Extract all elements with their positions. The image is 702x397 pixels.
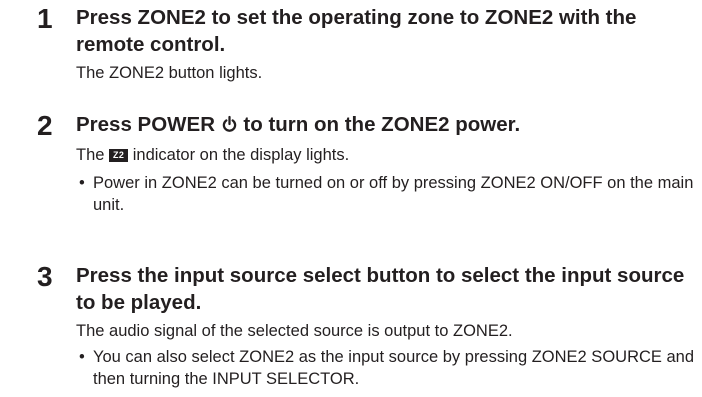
- step-text: The audio signal of the selected source …: [76, 322, 513, 340]
- step-body: Press POWER to turn on the ZONE2 power. …: [76, 111, 696, 216]
- step-title: Press POWER to turn on the ZONE2 power.: [76, 111, 696, 138]
- step-text: The Z2 indicator on the display lights.: [76, 144, 696, 166]
- bullet-dot: •: [79, 174, 85, 192]
- step-text-part: The: [76, 146, 110, 164]
- z2-indicator-icon: Z2: [109, 149, 129, 162]
- step-title: Press the input source select button to …: [76, 264, 685, 314]
- step-number: 1: [37, 3, 53, 34]
- step-number: 3: [37, 261, 53, 292]
- step-text: The ZONE2 button lights.: [76, 64, 263, 82]
- note-text: Power in ZONE2 can be turned on or off b…: [93, 174, 694, 214]
- bullet-dot: •: [79, 348, 85, 366]
- step-title-part: Press POWER: [76, 113, 221, 136]
- note-text: You can also select ZONE2 as the input s…: [93, 348, 695, 388]
- step-title: Press ZONE2 to set the operating zone to…: [76, 6, 637, 56]
- note-bullet: • Power in ZONE2 can be turned on or off…: [76, 172, 696, 216]
- note-bullet: • You can also select ZONE2 as the input…: [76, 346, 696, 390]
- step-number: 2: [37, 110, 53, 141]
- step-body: Press ZONE2 to set the operating zone to…: [76, 4, 696, 84]
- step-text-part: indicator on the display lights.: [128, 146, 350, 164]
- step-body: Press the input source select button to …: [76, 262, 696, 390]
- power-icon: [222, 115, 236, 132]
- step-title-part: to turn on the ZONE2 power.: [237, 113, 521, 136]
